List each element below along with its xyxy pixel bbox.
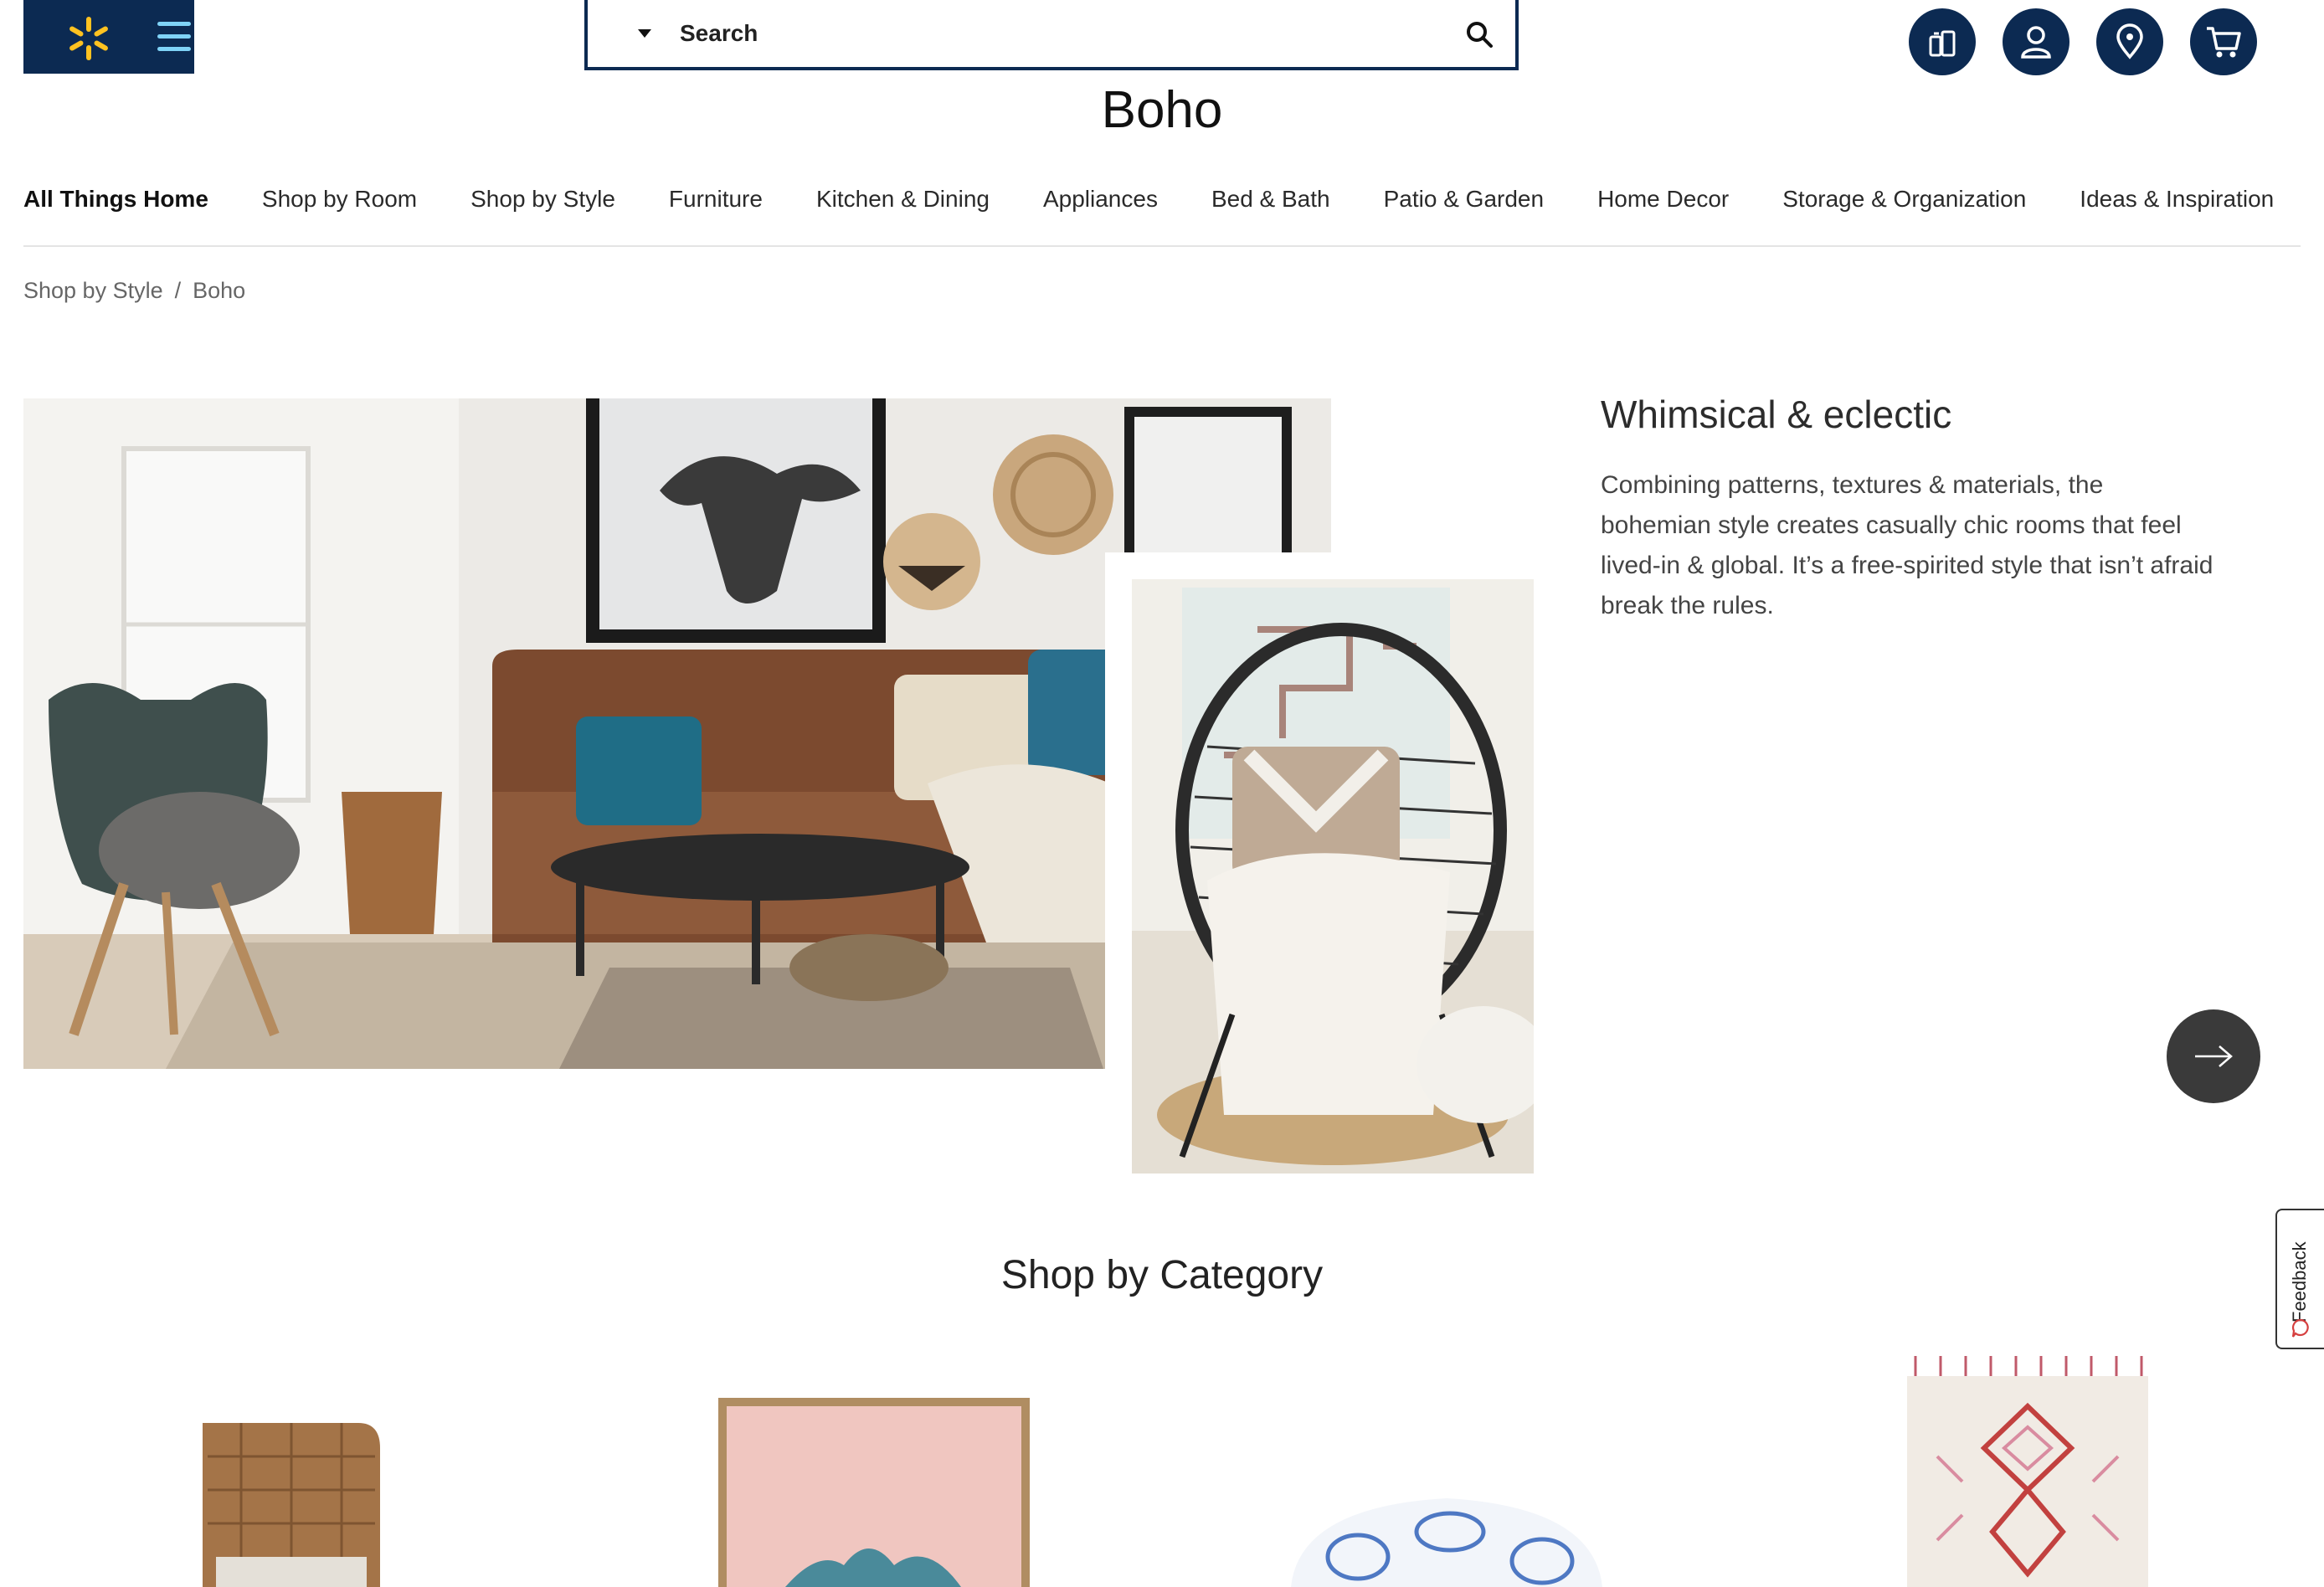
category-tile-accent-chair[interactable] [191, 1356, 392, 1587]
magnifier-icon[interactable] [1465, 20, 1494, 49]
carousel-next-button[interactable] [2167, 1009, 2260, 1103]
nav-item-patio-garden[interactable]: Patio & Garden [1384, 186, 1544, 219]
category-tile-rug[interactable] [1904, 1356, 2152, 1587]
nav-item-shop-by-style[interactable]: Shop by Style [470, 186, 615, 219]
search-bar[interactable]: Search [584, 0, 1519, 70]
category-tile-wall-art[interactable] [718, 1356, 1030, 1587]
reorder-icon [1929, 30, 1956, 57]
location-pin-icon [2116, 23, 2143, 59]
hero-heading: Whimsical & eclectic [1601, 393, 1952, 436]
account-button[interactable] [2003, 8, 2069, 75]
hamburger-menu-icon[interactable] [156, 18, 193, 55]
nav-item-appliances[interactable]: Appliances [1043, 186, 1158, 219]
breadcrumb-separator: / [174, 278, 182, 303]
shop-by-category-heading: Shop by Category [1000, 1253, 1324, 1297]
nav-divider [23, 245, 2301, 247]
nav-item-ideas-inspiration[interactable]: Ideas & Inspiration [2080, 186, 2274, 219]
walmart-spark-icon [69, 17, 108, 60]
nav-item-furniture[interactable]: Furniture [669, 186, 763, 219]
breadcrumb-current: Boho [193, 278, 246, 303]
page-title: Boho [1101, 81, 1223, 139]
nav-item-shop-by-room[interactable]: Shop by Room [262, 186, 417, 219]
hero-description: Combining patterns, textures & materials… [1601, 471, 2213, 619]
hero-chair-image [1132, 579, 1534, 1174]
walmart-logo-block[interactable] [23, 0, 194, 74]
arrow-right-icon [2195, 1045, 2233, 1067]
nav-item-bed-bath[interactable]: Bed & Bath [1211, 186, 1330, 219]
category-nav: All Things Home Shop by Room Shop by Sty… [23, 186, 2324, 219]
speech-bubble-icon [2291, 1318, 2309, 1338]
breadcrumb: Shop by Style / Boho [23, 278, 245, 304]
cart-button[interactable] [2190, 8, 2257, 75]
nav-item-kitchen-dining[interactable]: Kitchen & Dining [816, 186, 990, 219]
reorder-button[interactable] [1909, 8, 1976, 75]
search-input[interactable]: Search [680, 20, 758, 47]
breadcrumb-link-shop-by-style[interactable]: Shop by Style [23, 278, 163, 304]
caret-down-icon[interactable] [638, 29, 651, 38]
store-locator-button[interactable] [2096, 8, 2163, 75]
cart-icon [2207, 27, 2241, 58]
nav-item-home-decor[interactable]: Home Decor [1597, 186, 1729, 219]
account-icon [2021, 26, 2051, 59]
category-tile-pouf[interactable] [1283, 1356, 1611, 1587]
nav-item-storage-organization[interactable]: Storage & Organization [1782, 186, 2026, 219]
nav-item-all-things-home[interactable]: All Things Home [23, 186, 208, 219]
